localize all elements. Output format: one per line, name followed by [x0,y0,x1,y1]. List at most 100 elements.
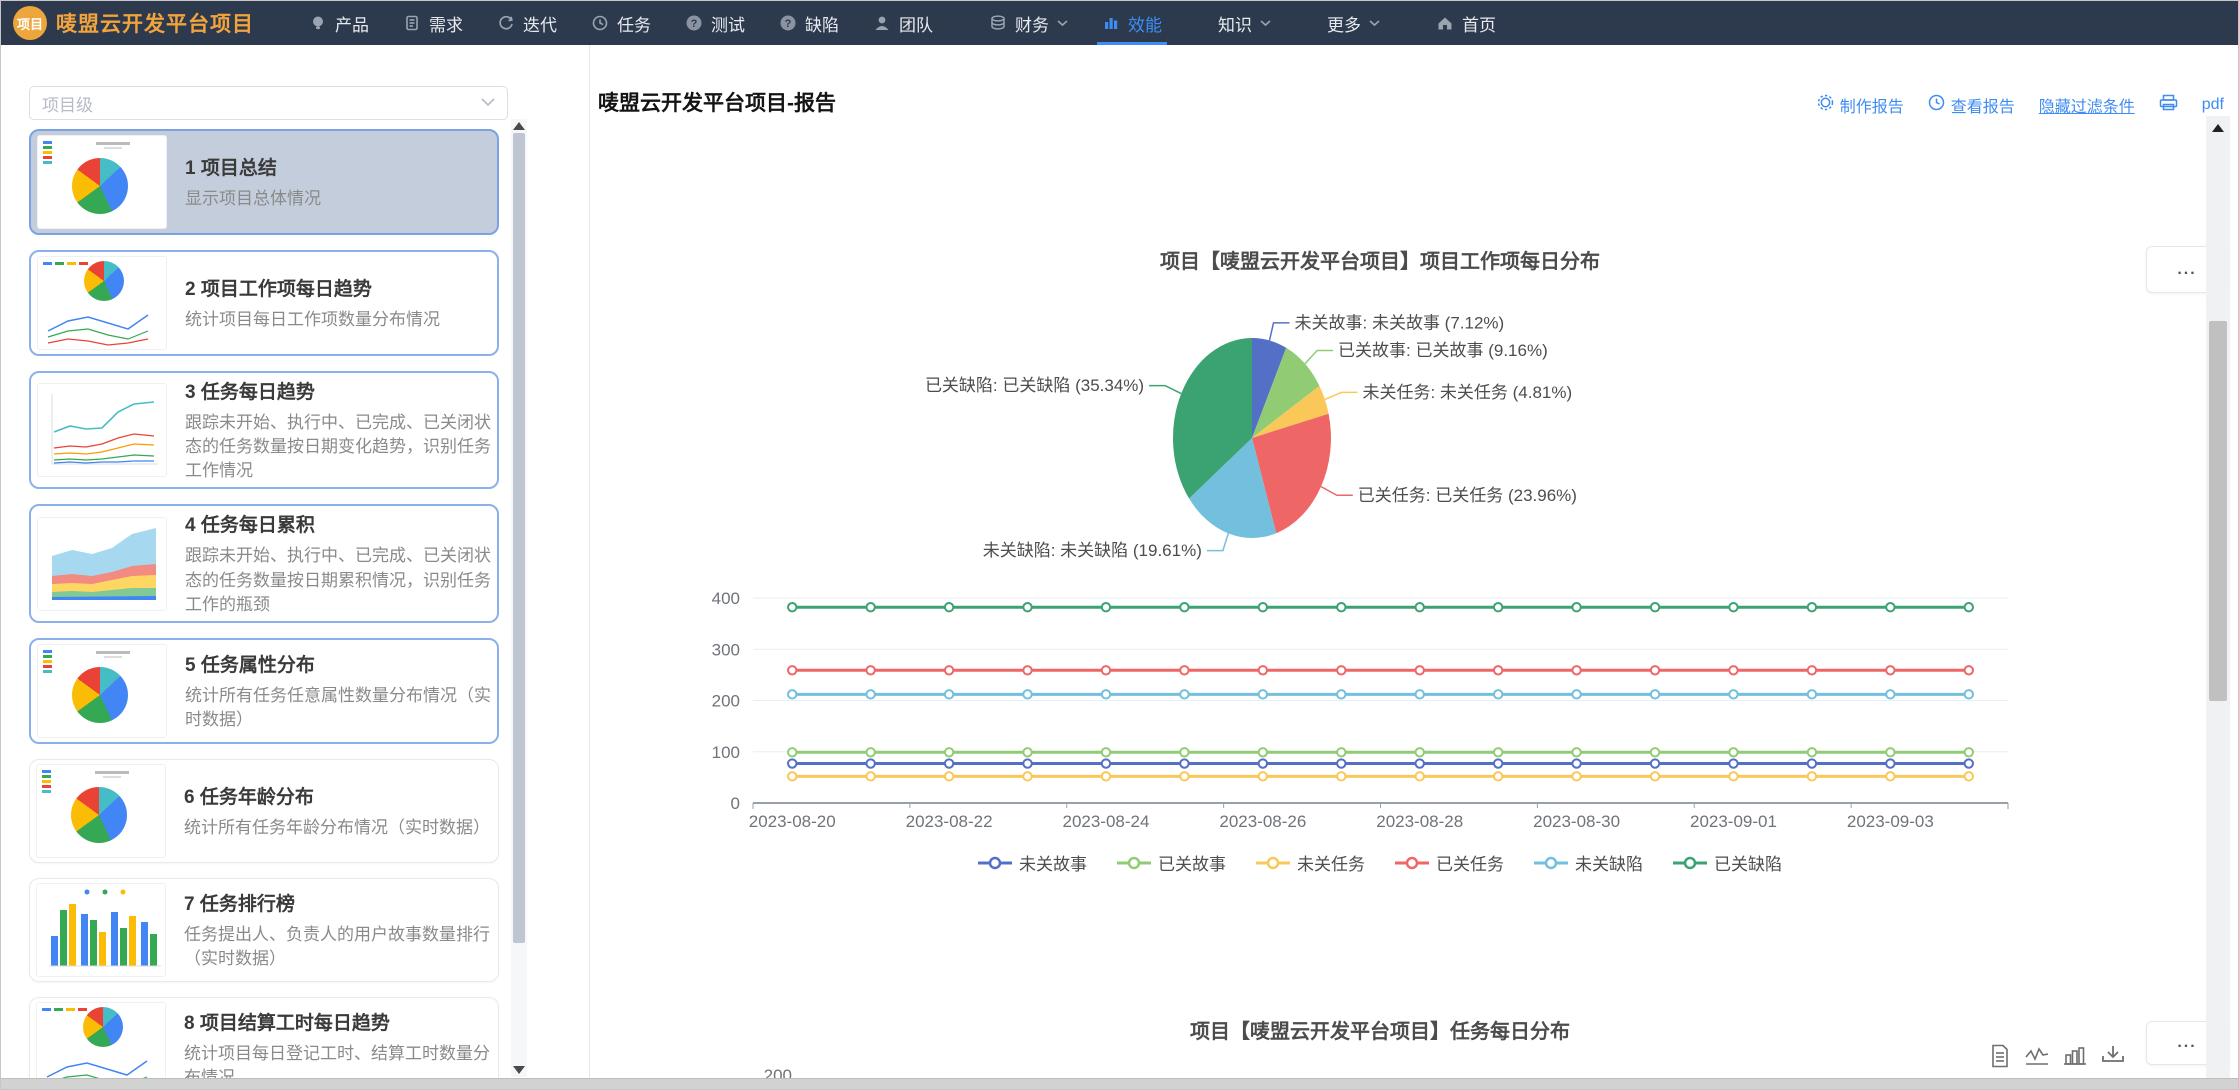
data-point[interactable] [945,603,953,611]
data-point[interactable] [1808,759,1816,767]
data-point[interactable] [1572,666,1580,674]
data-point[interactable] [866,772,874,780]
data-point[interactable] [1259,666,1267,674]
nav-item-iteration[interactable]: 迭代 [480,1,574,45]
data-point[interactable] [1102,690,1110,698]
data-point[interactable] [1337,690,1345,698]
data-point[interactable] [1337,748,1345,756]
nav-item-finance[interactable]: 财务 [972,1,1085,45]
data-point[interactable] [1494,759,1502,767]
data-point[interactable] [1102,748,1110,756]
data-point[interactable] [1023,748,1031,756]
data-point[interactable] [1572,690,1580,698]
data-point[interactable] [1651,759,1659,767]
data-point[interactable] [1259,603,1267,611]
view-report-link[interactable]: 查看报告 [1928,93,2015,117]
data-point[interactable] [1180,690,1188,698]
make-report-link[interactable]: 制作报告 [1817,93,1904,117]
report-card-workitem-daily-trend[interactable]: 2 项目工作项每日趋势 统计项目每日工作项数量分布情况 [29,250,499,356]
data-point[interactable] [1729,759,1737,767]
sidebar-scroll-thumb[interactable] [513,133,525,943]
data-point[interactable] [1886,748,1894,756]
data-point[interactable] [1965,690,1973,698]
data-view-icon[interactable] [1988,1043,2012,1074]
data-point[interactable] [1651,603,1659,611]
data-point[interactable] [1651,690,1659,698]
data-point[interactable] [1023,690,1031,698]
data-point[interactable] [1886,603,1894,611]
scroll-up-arrow[interactable] [513,122,525,130]
report-card-settlement-hours-trend[interactable]: 8 项目结算工时每日趋势 统计项目每日登记工时、结算工时数量分布情况 [29,997,499,1079]
legend-item[interactable]: 已关故事 [1117,850,1226,875]
data-point[interactable] [1416,666,1424,674]
bar-chart-icon[interactable] [2062,1043,2088,1074]
data-point[interactable] [1729,772,1737,780]
data-point[interactable] [1808,772,1816,780]
nav-item-home[interactable]: 首页 [1419,1,1513,45]
report-card-task-daily-cumulative[interactable]: 4 任务每日累积 跟踪未开始、执行中、已完成、已关闭状态的任务数量按日期累积情况… [29,504,499,622]
data-point[interactable] [788,666,796,674]
data-point[interactable] [1729,690,1737,698]
legend-item[interactable]: 已关任务 [1395,850,1504,875]
hide-filter-link[interactable]: 隐藏过滤条件 [2039,93,2135,117]
data-point[interactable] [1494,666,1502,674]
data-point[interactable] [1259,759,1267,767]
data-point[interactable] [1886,666,1894,674]
data-point[interactable] [1416,603,1424,611]
data-point[interactable] [1808,748,1816,756]
data-point[interactable] [1102,666,1110,674]
data-point[interactable] [1965,772,1973,780]
scroll-down-arrow[interactable] [513,1066,525,1074]
data-point[interactable] [1494,603,1502,611]
sidebar-scrollbar[interactable] [511,119,527,1077]
data-point[interactable] [1180,603,1188,611]
data-point[interactable] [1494,772,1502,780]
data-point[interactable] [1651,748,1659,756]
data-point[interactable] [1102,759,1110,767]
data-point[interactable] [1886,759,1894,767]
data-point[interactable] [945,772,953,780]
data-point[interactable] [1023,772,1031,780]
data-point[interactable] [1494,690,1502,698]
data-point[interactable] [1808,666,1816,674]
legend-item[interactable]: 未关缺陷 [1534,850,1643,875]
data-point[interactable] [1337,759,1345,767]
data-point[interactable] [1729,603,1737,611]
data-point[interactable] [1416,772,1424,780]
data-point[interactable] [1729,666,1737,674]
data-point[interactable] [1808,690,1816,698]
nav-item-task[interactable]: 任务 [574,1,668,45]
data-point[interactable] [1337,666,1345,674]
data-point[interactable] [788,772,796,780]
legend-item[interactable]: 未关任务 [1256,850,1365,875]
data-point[interactable] [1259,690,1267,698]
nav-item-knowledge[interactable]: 知识 [1201,1,1288,45]
data-point[interactable] [945,690,953,698]
data-point[interactable] [866,759,874,767]
data-point[interactable] [1023,759,1031,767]
data-point[interactable] [1180,759,1188,767]
data-point[interactable] [1337,772,1345,780]
data-point[interactable] [1180,772,1188,780]
data-point[interactable] [1259,772,1267,780]
data-point[interactable] [1965,666,1973,674]
nav-item-more[interactable]: 更多 [1310,1,1397,45]
legend-item[interactable]: 已关缺陷 [1673,850,1782,875]
data-point[interactable] [788,759,796,767]
line-chart-icon[interactable] [2024,1043,2050,1074]
data-point[interactable] [945,748,953,756]
data-point[interactable] [1416,748,1424,756]
report-card-task-attribute-distribution[interactable]: 5 任务属性分布 统计所有任务任意属性数量分布情况（实时数据） [29,638,499,744]
data-point[interactable] [1572,759,1580,767]
data-point[interactable] [1102,603,1110,611]
report-level-select[interactable]: 项目级 [29,86,508,120]
data-point[interactable] [788,748,796,756]
data-point[interactable] [788,603,796,611]
workitem-distribution-chart[interactable]: 未关故事: 未关故事 (7.12%)已关故事: 已关故事 (9.16%)未关任务… [590,195,2238,895]
data-point[interactable] [1965,748,1973,756]
data-point[interactable] [866,690,874,698]
project-logo[interactable]: 项目 [13,6,47,40]
pdf-link[interactable]: pdf [2202,96,2224,114]
data-point[interactable] [1416,690,1424,698]
data-point[interactable] [1808,603,1816,611]
